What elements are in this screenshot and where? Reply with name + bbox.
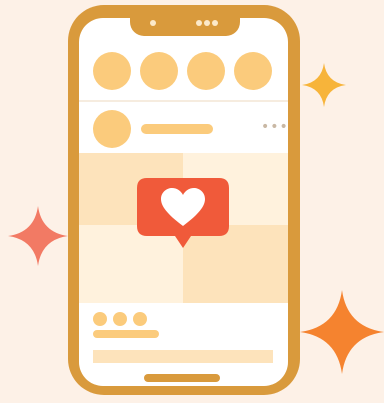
post-author-avatar[interactable] bbox=[93, 110, 131, 148]
post-action-dot[interactable] bbox=[113, 312, 127, 326]
story-avatar[interactable] bbox=[93, 52, 131, 90]
caption-placeholder bbox=[93, 350, 273, 363]
phone-notch bbox=[130, 10, 240, 36]
post-action-dot[interactable] bbox=[93, 312, 107, 326]
home-indicator[interactable] bbox=[144, 374, 220, 382]
stories-divider bbox=[79, 100, 288, 102]
likes-placeholder bbox=[93, 330, 159, 338]
post-action-dot[interactable] bbox=[133, 312, 147, 326]
story-avatar[interactable] bbox=[187, 52, 225, 90]
post-author-name-placeholder bbox=[141, 124, 213, 134]
sensor-dot bbox=[212, 20, 218, 26]
sensor-dot bbox=[196, 20, 202, 26]
sensor-dot bbox=[204, 20, 210, 26]
like-notification-badge bbox=[137, 178, 229, 248]
story-avatar[interactable] bbox=[234, 52, 272, 90]
more-dots-icon[interactable]: ••• bbox=[261, 120, 288, 134]
sparkle-icon bbox=[8, 206, 68, 266]
story-avatar[interactable] bbox=[140, 52, 178, 90]
sparkle-icon bbox=[300, 290, 384, 374]
camera-dot bbox=[150, 20, 156, 26]
sparkle-icon bbox=[302, 63, 346, 107]
phone-screen: ••• bbox=[79, 18, 288, 386]
